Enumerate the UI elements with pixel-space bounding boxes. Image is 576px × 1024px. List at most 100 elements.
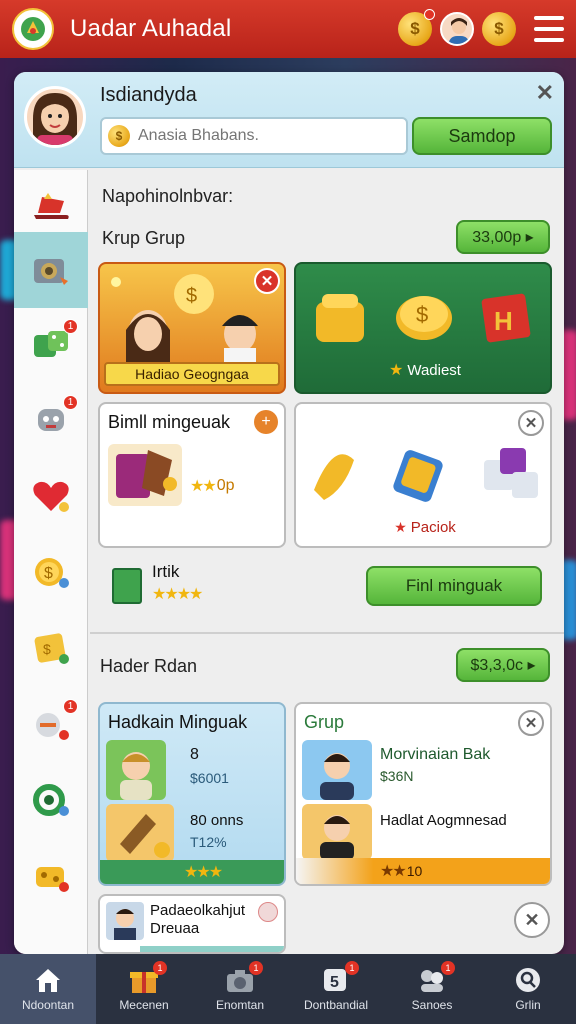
packs-label: Paciok xyxy=(410,519,456,536)
filter-checkbox[interactable] xyxy=(112,568,142,604)
rating-stars: ★★ xyxy=(190,478,217,495)
card-footer: ★★★ xyxy=(100,860,284,884)
price-button[interactable]: $3,3,0c ▸ xyxy=(456,648,550,682)
nav-label: Enomtan xyxy=(215,998,265,1012)
camera-icon xyxy=(30,251,72,289)
nav-search[interactable]: Grlin xyxy=(480,954,576,1024)
hamburger-menu-icon[interactable] xyxy=(534,16,564,42)
profile-name: Isdiandyda xyxy=(100,84,197,106)
nav-label: Sanoes xyxy=(411,998,453,1012)
sleigh-icon xyxy=(30,189,72,227)
app-title: Uadar Auhadal xyxy=(70,15,232,42)
treasure-icon xyxy=(30,857,72,895)
main-panel: Isdiandyda ✕ $ Samdop 1 xyxy=(14,72,564,954)
coins-icon[interactable]: $ xyxy=(398,9,435,46)
nav-label: Mecenen xyxy=(119,998,169,1012)
user-avatar[interactable] xyxy=(440,12,474,46)
section-heading: Napohinolnbvar: xyxy=(102,186,234,206)
card-title: Grup xyxy=(304,712,345,732)
ring-icon xyxy=(30,781,72,819)
search-field[interactable]: $ xyxy=(100,117,408,155)
svg-text:$: $ xyxy=(44,565,53,582)
promo-card[interactable]: $ ✕ Hadiao Geogngaa xyxy=(98,262,286,394)
group-card[interactable]: Grup ✕ Morvinaian Bak $36N Hadlat Aogmne… xyxy=(294,702,552,886)
nav-group[interactable]: 1 Sanoes xyxy=(384,954,480,1024)
partial-card[interactable]: Padaeolkahjut Dreuaa xyxy=(98,894,286,954)
dice-icon: 1 xyxy=(30,319,78,363)
item-rating: 0p xyxy=(216,477,235,494)
card-title: Hadkain Minguak xyxy=(108,712,248,732)
nav-dice[interactable]: 5 1 Dontbandial xyxy=(288,954,384,1024)
ticket-icon: $ xyxy=(30,629,72,667)
card-subtitle: Dreuaa xyxy=(150,920,200,937)
row-sub: $36N xyxy=(380,768,414,784)
coin-icon: $ xyxy=(30,553,72,591)
svg-text:$: $ xyxy=(43,641,51,657)
sidebar-item-dice[interactable]: 1 xyxy=(14,306,88,382)
nav-badge: 1 xyxy=(441,961,455,975)
sidebar-item-gift[interactable]: 1 xyxy=(14,686,88,762)
search-input[interactable] xyxy=(138,127,398,145)
add-item-button[interactable]: + xyxy=(254,410,278,434)
card-title: Padaeolkahjut xyxy=(150,902,246,919)
close-icon[interactable]: ✕ xyxy=(518,710,544,736)
item-card[interactable]: Bimll mingeuak + ★★ 0p xyxy=(98,402,286,548)
promo-label: Hadiao Geogngaa xyxy=(104,362,280,386)
profile-avatar[interactable] xyxy=(24,86,86,148)
svg-text:H: H xyxy=(494,306,513,336)
svg-text:$: $ xyxy=(186,285,197,307)
close-icon[interactable]: ✕ xyxy=(518,410,544,436)
sidebar-badge: 1 xyxy=(63,319,78,334)
category-sidebar: 1 1 $ $ 1 xyxy=(14,170,88,954)
close-icon[interactable]: ✕ xyxy=(514,902,550,938)
nav-home[interactable]: Ndoontan xyxy=(0,954,96,1024)
sidebar-item-treasure[interactable] xyxy=(14,838,88,914)
sidebar-item-ticket[interactable]: $ xyxy=(14,610,88,686)
packs-illustration xyxy=(314,448,538,502)
book-illustration xyxy=(108,444,182,506)
dice-icon: 5 1 xyxy=(321,961,359,994)
person-avatar xyxy=(302,740,372,800)
nav-camera[interactable]: 1 Enomtan xyxy=(192,954,288,1024)
rewards-illustration: $ H xyxy=(316,293,531,343)
item-card-title: Bimll mingeuak xyxy=(108,412,231,432)
card-rating: 10 xyxy=(406,863,423,879)
sidebar-item-coin[interactable]: $ xyxy=(14,534,88,610)
filter-label: Irtik xyxy=(152,562,180,581)
notification-dot xyxy=(424,9,435,20)
price-button[interactable]: 33,00p ▸ xyxy=(456,220,550,254)
svg-text:$: $ xyxy=(416,302,428,327)
bottom-navigation: Ndoontan 1 Mecenen 1 Enomtan 5 1 Dontban… xyxy=(0,954,576,1024)
coin-icon: $ xyxy=(108,125,130,147)
search-button[interactable]: Samdop xyxy=(412,117,552,155)
row-sub: $6001 xyxy=(190,770,229,786)
nav-badge: 1 xyxy=(249,961,263,975)
nav-gifts[interactable]: 1 Mecenen xyxy=(96,954,192,1024)
section-heading: Hader Rdan xyxy=(100,656,198,676)
packs-card[interactable]: ✕ ★ Paciok xyxy=(294,402,552,548)
row-value: 80 onns xyxy=(190,812,244,829)
row-value: Morvinaian Bak xyxy=(380,746,491,763)
row-value: Hadlat Aogmnesad xyxy=(380,812,507,829)
key-illustration xyxy=(106,804,174,862)
group-icon: 1 xyxy=(417,961,455,994)
find-button[interactable]: Finl minguak xyxy=(366,566,542,606)
sidebar-badge: 1 xyxy=(63,699,78,714)
search-icon xyxy=(513,966,543,994)
sidebar-item-robot[interactable]: 1 xyxy=(14,382,88,458)
minguak-card[interactable]: Hadkain Minguak 8 $6001 80 onns T12% ★★★ xyxy=(98,702,286,886)
row-value: 8 xyxy=(190,746,199,763)
close-icon[interactable]: ✕ xyxy=(536,80,554,106)
camera-icon: 1 xyxy=(225,961,263,994)
sidebar-item-heart[interactable] xyxy=(14,458,88,534)
rewards-card[interactable]: $ H ★ Wadiest xyxy=(294,262,552,394)
sidebar-item-ring[interactable] xyxy=(14,762,88,838)
coin-icon[interactable]: $ xyxy=(482,12,516,46)
heart-icon xyxy=(30,477,72,515)
top-app-bar: Uadar Auhadal $ $ xyxy=(0,0,576,58)
close-icon[interactable]: ✕ xyxy=(254,268,280,294)
person-avatar xyxy=(106,902,144,940)
app-logo[interactable] xyxy=(12,8,54,50)
rewards-label: Wadiest xyxy=(407,361,461,379)
sidebar-item-camera[interactable] xyxy=(14,232,88,308)
